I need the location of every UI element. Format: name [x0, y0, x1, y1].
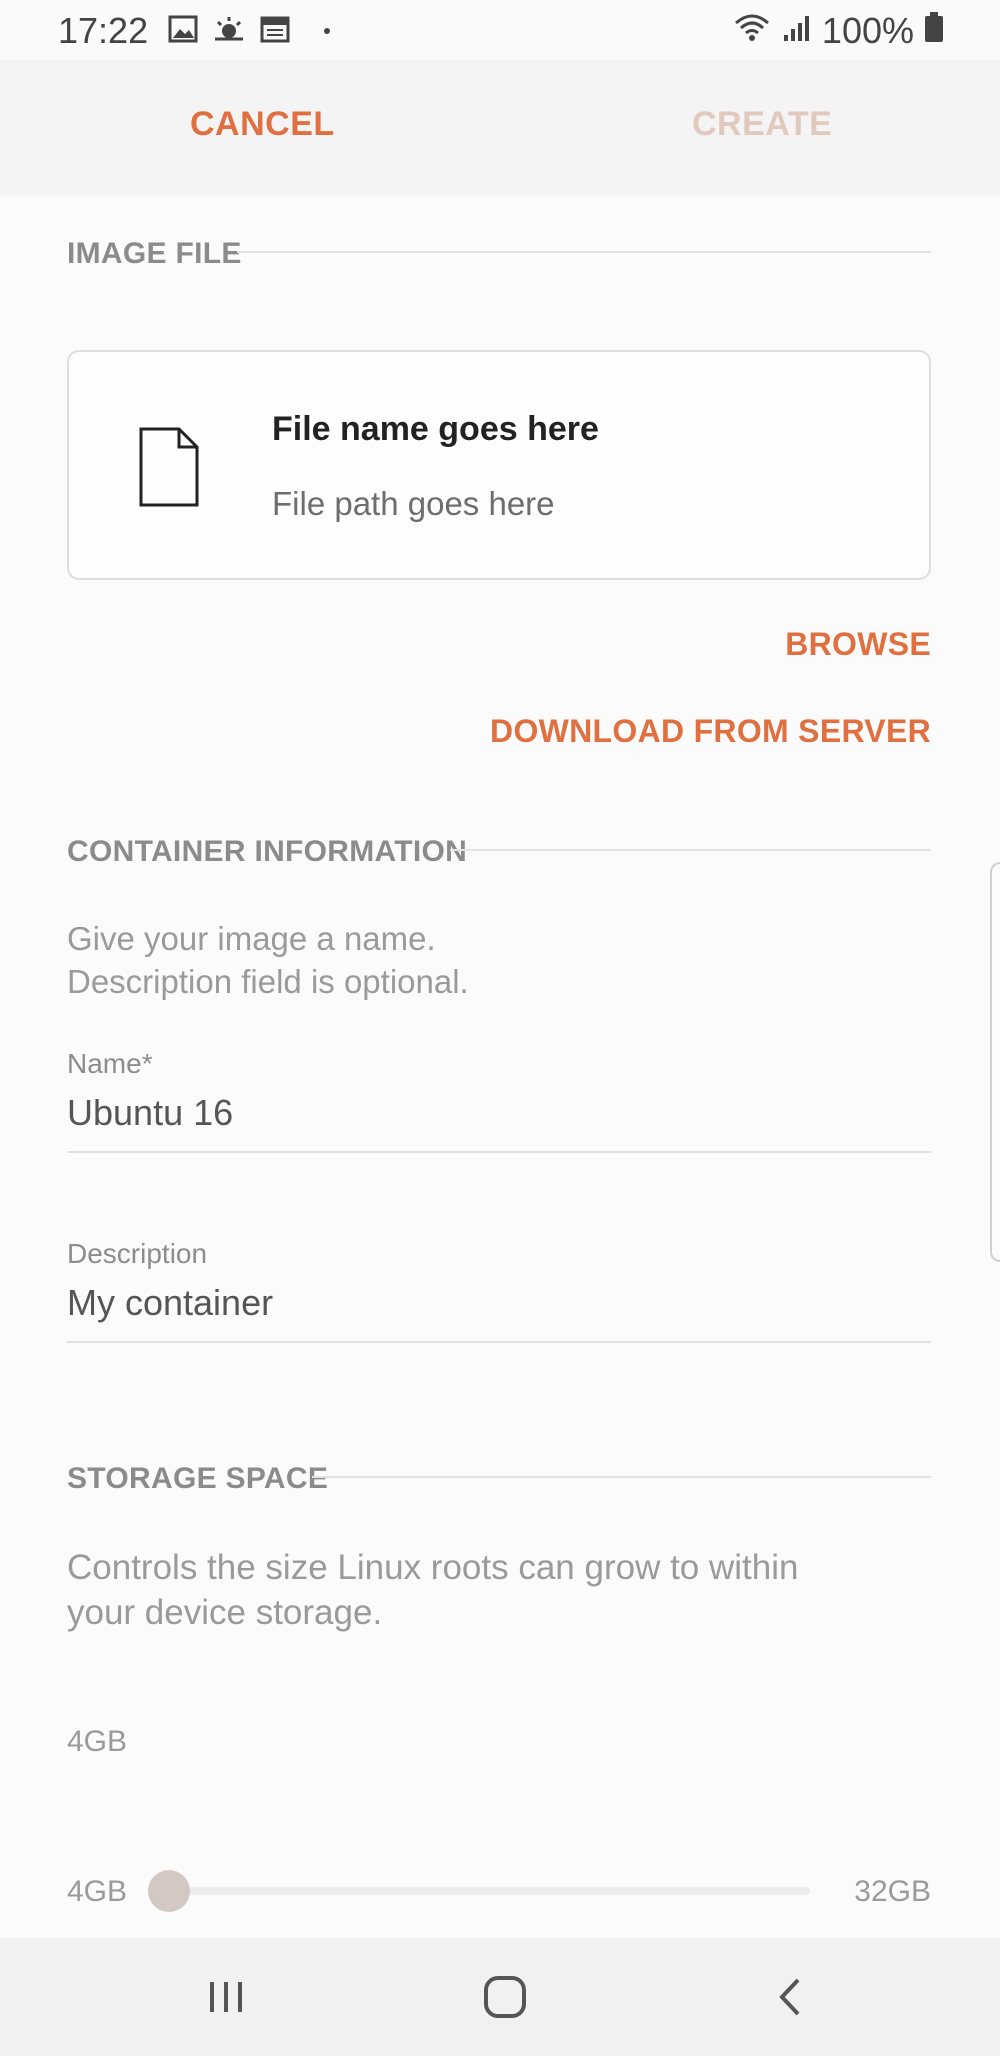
section-divider [450, 849, 931, 851]
edge-panel-handle[interactable] [990, 862, 1000, 1262]
recent-apps-icon[interactable] [206, 1972, 246, 2027]
section-title-container-info: CONTAINER INFORMATION [67, 835, 468, 868]
calendar-icon [260, 14, 290, 49]
section-title-storage: STORAGE SPACE [67, 1462, 329, 1495]
status-bar: 17:22 100% [0, 0, 1000, 60]
description-field[interactable]: My container [67, 1282, 273, 1324]
name-field-underline [67, 1151, 931, 1153]
navigation-bar [0, 1938, 1000, 2056]
browse-button[interactable]: BROWSE [785, 626, 931, 663]
cancel-button[interactable]: CANCEL [190, 105, 335, 144]
file-icon [139, 427, 199, 512]
create-button[interactable]: CREATE [692, 105, 832, 144]
back-icon[interactable] [770, 1972, 810, 2027]
container-info-description: Give your image a name. Description fiel… [67, 920, 469, 1000]
download-from-server-button[interactable]: DOWNLOAD FROM SERVER [490, 713, 931, 750]
storage-description: Controls the size Linux roots can grow t… [67, 1548, 799, 1632]
action-bar: CANCEL CREATE [0, 60, 1000, 195]
section-divider [312, 1476, 931, 1478]
weather-icon [212, 14, 246, 49]
name-field-label: Name* [67, 1048, 153, 1079]
slider-max-label: 32GB [854, 1875, 931, 1908]
file-name: File name goes here [272, 410, 599, 448]
gallery-icon [168, 14, 198, 49]
dot-icon [322, 23, 332, 41]
storage-slider-thumb[interactable] [148, 1870, 190, 1912]
section-divider [237, 251, 931, 253]
storage-slider-track[interactable] [150, 1887, 810, 1895]
wifi-icon [732, 10, 772, 52]
description-field-label: Description [67, 1238, 208, 1269]
status-time: 17:22 [58, 10, 149, 51]
section-title-image-file: IMAGE FILE [67, 237, 242, 270]
home-icon[interactable] [480, 1972, 530, 2027]
name-field[interactable]: Ubuntu 16 [67, 1092, 233, 1134]
signal-icon [782, 10, 812, 52]
notification-icons [168, 14, 332, 49]
storage-current-value: 4GB [67, 1725, 128, 1758]
description-field-underline [67, 1341, 931, 1343]
slider-min-label: 4GB [67, 1875, 128, 1908]
file-path: File path goes here [272, 485, 555, 522]
battery-level: 100% [821, 10, 914, 51]
battery-icon [924, 10, 944, 52]
file-card[interactable]: File name goes here File path goes here [67, 350, 931, 580]
system-icons: 100% [732, 10, 944, 52]
